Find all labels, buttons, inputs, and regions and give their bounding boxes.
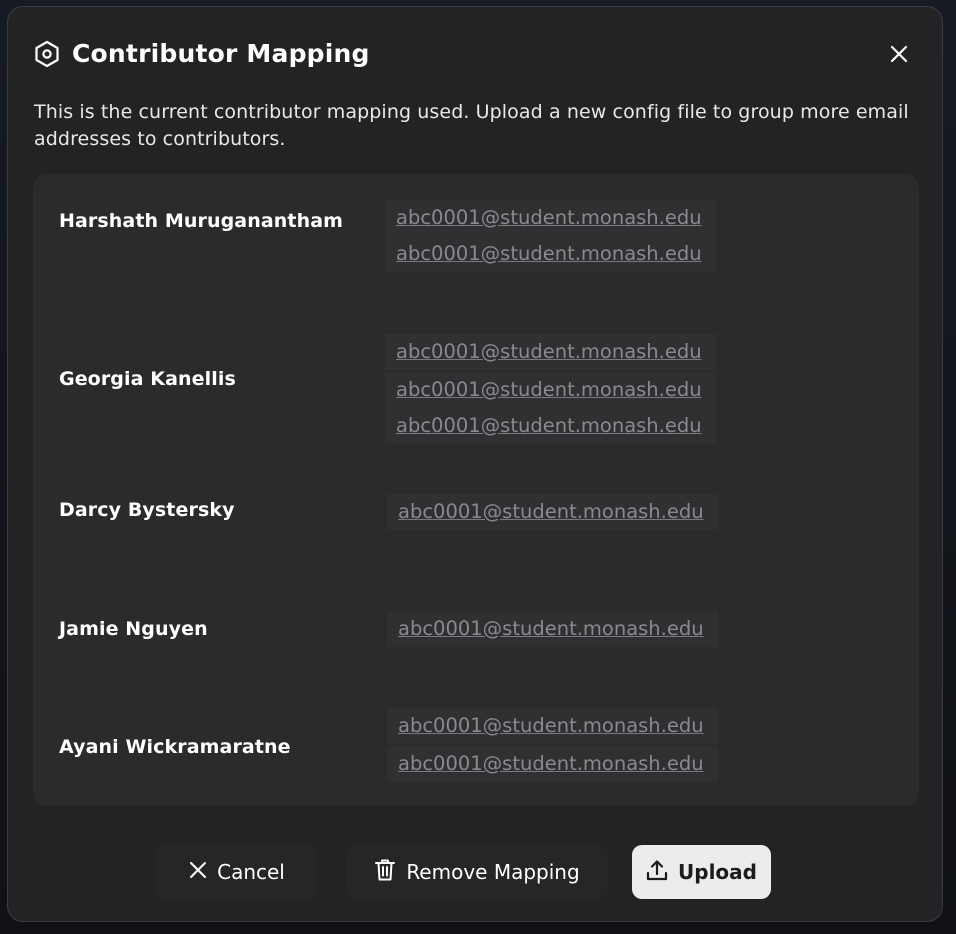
mapping-list: Harshath Muruganantham abc0001@student.m… [33,174,919,806]
cancel-label: Cancel [217,860,285,884]
contributor-name: Ayani Wickramaratne [59,736,291,758]
email-entry[interactable]: abc0001@student.monash.edu [387,494,718,530]
x-icon [189,860,207,884]
dialog-header: Contributor Mapping [34,39,370,68]
hexagon-settings-icon [34,40,60,68]
close-icon [890,45,908,67]
remove-mapping-button[interactable]: Remove Mapping [346,845,608,899]
email-entry[interactable]: abc0001@student.monash.edu [387,746,718,782]
contributor-name: Harshath Muruganantham [59,210,344,232]
upload-button[interactable]: Upload [632,845,771,899]
email-entry[interactable]: abc0001@student.monash.edu [385,334,716,370]
email-entry[interactable]: abc0001@student.monash.edu [387,611,718,647]
dialog-footer: Cancel Remove Mapping Upload [8,845,944,899]
email-entry[interactable]: abc0001@student.monash.edu [385,200,716,236]
upload-icon [646,859,668,886]
trash-icon [374,858,396,887]
email-entry[interactable]: abc0001@student.monash.edu [385,408,716,444]
upload-label: Upload [678,860,757,884]
close-button[interactable] [886,43,912,69]
dialog-title: Contributor Mapping [72,39,370,68]
contributor-mapping-dialog: Contributor Mapping This is the current … [7,6,943,922]
email-entry[interactable]: abc0001@student.monash.edu [387,708,718,744]
contributor-name: Darcy Bystersky [59,499,235,521]
contributor-name: Jamie Nguyen [59,618,208,640]
dialog-description: This is the current contributor mapping … [34,101,909,150]
remove-mapping-label: Remove Mapping [406,860,580,884]
contributor-name: Georgia Kanellis [59,368,236,390]
email-entry[interactable]: abc0001@student.monash.edu [385,236,716,272]
email-entry[interactable]: abc0001@student.monash.edu [385,372,716,408]
cancel-button[interactable]: Cancel [157,845,317,899]
